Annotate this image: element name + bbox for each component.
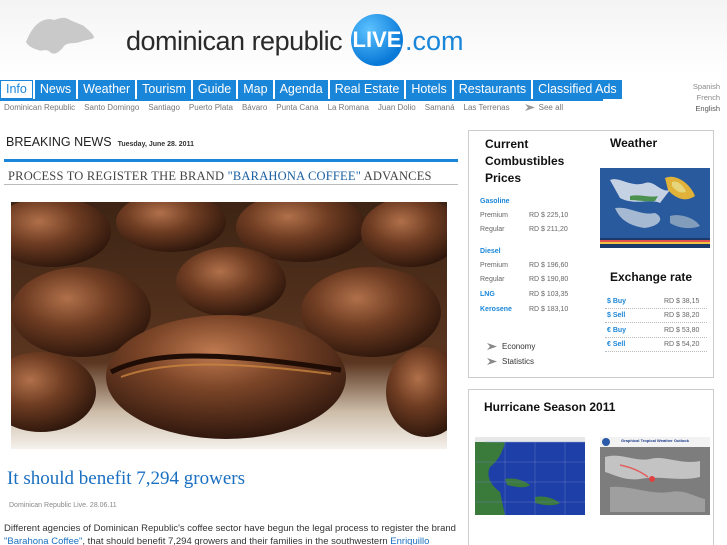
nav-tab-classified-ads[interactable]: Classified Ads [533,80,622,99]
subnav-item[interactable]: Juan Dolio [378,103,416,112]
hurricane-season-title: Hurricane Season 2011 [484,400,616,414]
row-divider [605,308,707,309]
language-selector: Spanish French English [693,81,720,114]
tropical-weather-outlook-map[interactable]: Graphical Tropical Weather Outlook [600,437,710,515]
main-nav: Info News Weather Tourism Guide Map Agenda Real… [0,80,622,100]
gasoline-premium-price: RD $ 225,10 [529,212,569,219]
statistics-link[interactable]: Statistics [487,357,534,366]
diesel-regular-label: Regular [480,276,505,283]
barahona-coffee-link[interactable]: "Barahona Coffee" [4,536,82,545]
breaking-news-date: Tuesday, June 28. 2011 [117,141,194,148]
eur-buy-label: € Buy [607,327,627,334]
diesel-premium-price: RD $ 196,60 [529,262,569,269]
logo-dotcom[interactable]: .com [405,26,464,57]
headline-brand: "BARAHONA COFFEE" [227,169,362,183]
eur-sell-value: RD $ 54,20 [664,341,700,348]
nav-tab-map[interactable]: Map [238,80,273,99]
gasoline-regular-label: Regular [480,226,505,233]
gasoline-regular-price: RD $ 211,20 [529,226,568,233]
city-subnav: Dominican Republic Santo Domingo Santiago P… [4,103,563,112]
lang-french[interactable]: French [693,92,720,103]
exchange-rate-title: Exchange rate [610,270,693,284]
arrow-right-icon [487,358,497,365]
kerosene-label: Kerosene [480,306,512,313]
usd-buy-label: $ Buy [607,298,627,305]
row-divider [605,337,707,338]
article-subhead[interactable]: It should benefit 7,294 growers [7,468,245,490]
subnav-item[interactable]: Punta Cana [276,103,318,112]
section-divider [4,159,458,162]
subnav-item[interactable]: Santiago [148,103,180,112]
see-all-link[interactable]: See all [519,103,563,112]
nav-tab-weather[interactable]: Weather [78,80,136,99]
subnav-item[interactable]: Bávaro [242,103,267,112]
fuel-title-line: Prices [485,171,522,185]
article-byline: Dominican Republic Live. 28.06.11 [9,502,117,509]
nav-tab-real-estate[interactable]: Real Estate [329,80,405,99]
fuel-weather-exchange-panel: Current Combustibles Prices Gasoline Pre… [468,130,714,378]
fuel-prices-title: Current Combustibles Prices [485,136,564,187]
nav-underline [0,99,603,101]
nav-tab-info[interactable]: Info [0,80,33,99]
usd-sell-value: RD $ 38,20 [664,312,700,319]
arrow-right-icon [487,343,497,350]
kerosene-price: RD $ 183,10 [529,306,569,313]
subnav-item[interactable]: Santo Domingo [84,103,139,112]
hurricane-season-panel: Hurricane Season 2011 Graphical Tropical… [468,389,714,545]
fuel-title-line: Combustibles [485,154,565,168]
lng-label: LNG [480,291,495,298]
body-text-start: Different agencies of Dominican Republic… [4,523,456,534]
diesel-label: Diesel [480,248,501,255]
logo-live-badge[interactable]: LIVE [351,14,403,66]
logo-text[interactable]: dominican republic [126,26,343,57]
body-text-mid: , that should benefit 7,294 growers and … [82,536,391,545]
headline-divider [4,184,458,185]
gasoline-premium-label: Premium [480,212,509,219]
headline-text-end: ADVANCES [361,169,432,183]
subnav-item[interactable]: Dominican Republic [4,103,75,112]
article-body: Different agencies of Dominican Republic… [4,522,456,545]
nav-tab-restaurants[interactable]: Restaurants [453,80,532,99]
usd-buy-value: RD $ 38,15 [664,298,700,305]
breaking-news-header: BREAKING NEWS Tuesday, June 28. 2011 [6,135,194,149]
nav-tab-agenda[interactable]: Agenda [274,80,328,99]
statistics-link-label: Statistics [502,357,535,366]
row-divider [605,351,707,352]
nav-tab-hotels[interactable]: Hotels [406,80,452,99]
arrow-right-icon [524,104,535,112]
lng-price: RD $ 103,35 [529,291,569,298]
see-all-label: See all [538,103,564,112]
usd-sell-label: $ Sell [607,312,626,319]
nav-tab-tourism[interactable]: Tourism [137,80,191,99]
eur-buy-value: RD $ 53,80 [664,327,700,334]
coffee-beans-photo[interactable] [11,202,447,449]
gasoline-label: Gasoline [480,198,510,205]
diesel-premium-label: Premium [480,262,509,269]
nav-tab-guide[interactable]: Guide [192,80,237,99]
fuel-title-line: Current [485,137,529,151]
site-header: dominican republic LIVE .com [0,0,727,76]
hurricane-tracking-map[interactable] [475,437,585,515]
lang-english[interactable]: English [693,103,720,114]
outlook-map-caption: Graphical Tropical Weather Outlook [621,438,690,443]
weather-satellite-map[interactable] [600,168,710,248]
subnav-item[interactable]: Samaná [425,103,455,112]
subnav-item[interactable]: La Romana [328,103,369,112]
lang-spanish[interactable]: Spanish [693,81,720,92]
headline-text: PROCESS TO REGISTER THE BRAND [8,169,228,183]
row-divider [605,322,707,323]
economy-link-label: Economy [502,342,536,351]
weather-title: Weather [610,136,658,150]
subnav-item[interactable]: Las Terrenas [464,103,510,112]
diesel-regular-price: RD $ 190,80 [529,276,569,283]
article-headline[interactable]: PROCESS TO REGISTER THE BRAND "BARAHONA … [8,169,432,184]
dominican-republic-map-icon[interactable] [24,12,96,60]
breaking-news-label: BREAKING NEWS [6,135,112,149]
subnav-item[interactable]: Puerto Plata [189,103,233,112]
nav-tab-news[interactable]: News [34,80,77,99]
eur-sell-label: € Sell [607,341,626,348]
economy-link[interactable]: Economy [487,342,535,351]
